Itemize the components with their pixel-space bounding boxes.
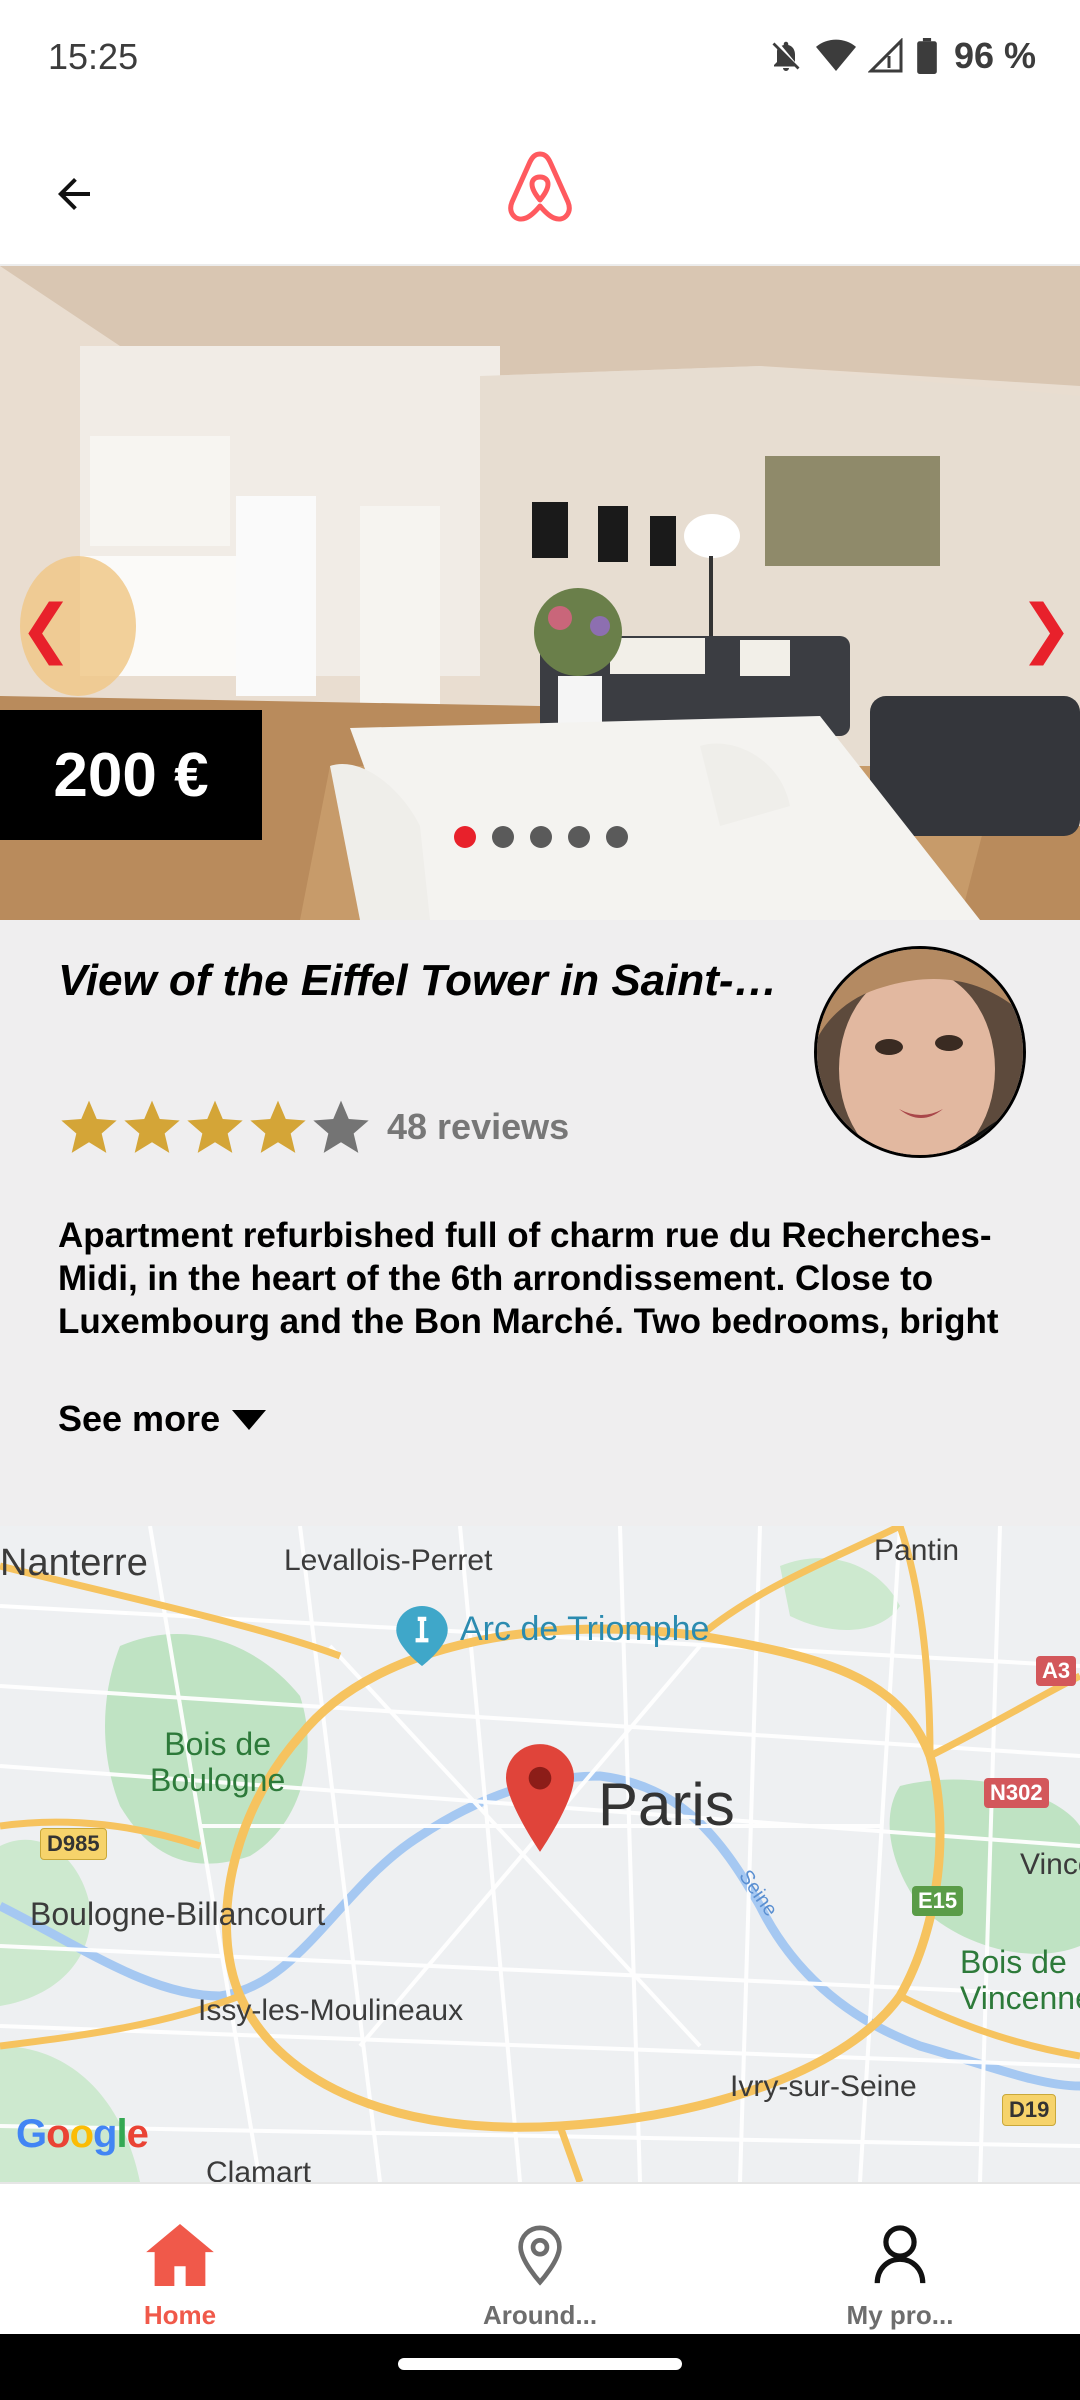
road-badge-d985: D985 <box>40 1828 107 1860</box>
see-more-label: See more <box>58 1398 221 1439</box>
star-filled-icon <box>61 1100 117 1153</box>
host-photo <box>817 949 1023 1155</box>
nav-around-label: Around... <box>482 2300 598 2330</box>
carousel-dot[interactable] <box>568 826 590 848</box>
bottom-navigation: Home Around... My pro... <box>0 2182 1080 2334</box>
home-gesture-handle[interactable] <box>398 2358 682 2370</box>
listing-photo-carousel[interactable]: ❮ ❯ 200 € <box>0 266 1080 920</box>
map-label-nanterre: Nanterre <box>0 1542 148 1584</box>
map-label-issy: Issy-les-Moulineaux <box>198 1994 464 2027</box>
nav-around[interactable]: Around... <box>360 2184 720 2334</box>
map-label-bois-de-vincennes: Bois de Vincenne <box>960 1944 1080 2016</box>
map-label-arc-de-triomphe[interactable]: Arc de Triomphe <box>460 1610 709 1649</box>
map-label-ivry: Ivry-sur-Seine <box>730 2070 917 2103</box>
notifications-off-icon <box>772 41 800 71</box>
road-badge-n302: N302 <box>984 1778 1049 1808</box>
system-gesture-bar <box>0 2334 1080 2400</box>
location-map[interactable]: Nanterre Levallois-Perret Pantin Arc de … <box>0 1526 1080 2182</box>
carousel-dot[interactable] <box>454 826 476 848</box>
home-icon <box>146 2224 214 2286</box>
google-logo: Google <box>16 2112 149 2156</box>
battery-percent: 96 % <box>953 35 1036 76</box>
nav-home-label: Home <box>143 2300 217 2330</box>
landmark-pin-icon[interactable] <box>396 1606 448 1666</box>
location-pin-icon <box>518 2225 562 2286</box>
rating-row: 48 reviews <box>58 1092 569 1162</box>
status-bar: 15:25 96 % <box>0 0 1080 118</box>
road-badge-a3: A3 <box>1036 1656 1077 1686</box>
road-badge-d19: D19 <box>1002 2094 1057 2126</box>
map-label-clamart: Clamart <box>206 2156 312 2182</box>
map-label-paris: Paris <box>598 1771 735 1838</box>
see-more-button[interactable]: See more <box>58 1398 267 1440</box>
wifi-icon <box>815 39 856 71</box>
listing-description: Apartment refurbished full of charm rue … <box>58 1216 999 1341</box>
status-time: 15:25 <box>48 36 139 77</box>
map-label-levallois: Levallois-Perret <box>284 1544 493 1577</box>
airbnb-logo-icon <box>508 151 572 222</box>
road-badge-e15: E15 <box>912 1886 964 1916</box>
map-label-vincennes: Vincenn <box>1020 1848 1080 1881</box>
back-button[interactable] <box>40 160 108 228</box>
listing-title: View of the Eiffel Tower in Saint-Germai… <box>58 956 778 1005</box>
user-icon <box>874 2225 926 2284</box>
next-photo-button[interactable]: ❯ <box>1016 568 1076 688</box>
carousel-dot[interactable] <box>530 826 552 848</box>
star-filled-icon <box>250 1100 306 1153</box>
listing-info: View of the Eiffel Tower in Saint-Germai… <box>0 920 1080 1526</box>
map-label-pantin: Pantin <box>874 1534 960 1567</box>
star-empty-icon <box>313 1100 369 1153</box>
carousel-dot[interactable] <box>606 826 628 848</box>
star-filled-icon <box>187 1100 243 1153</box>
battery-icon <box>917 38 937 74</box>
previous-photo-button[interactable]: ❮ <box>16 568 76 688</box>
app-header <box>0 118 1080 266</box>
star-filled-icon <box>124 1100 180 1153</box>
location-marker-icon[interactable] <box>506 1744 574 1852</box>
carousel-dot[interactable] <box>492 826 514 848</box>
arrow-left-icon <box>58 178 90 210</box>
signal-icon <box>867 38 903 73</box>
reviews-count[interactable]: 48 reviews <box>387 1106 569 1148</box>
nav-profile-label: My pro... <box>846 2300 954 2330</box>
map-label-boulogne-billancourt: Boulogne-Billancourt <box>30 1896 326 1932</box>
status-icons: 96 % <box>768 34 1036 78</box>
map-label-bois-de-boulogne: Bois de Boulogne <box>150 1726 286 1798</box>
nav-home[interactable]: Home <box>0 2184 360 2334</box>
price-badge: 200 € <box>0 710 262 840</box>
carousel-dots <box>454 826 628 848</box>
host-avatar[interactable] <box>814 946 1026 1158</box>
caret-down-icon <box>232 1410 267 1430</box>
nav-profile[interactable]: My pro... <box>720 2184 1080 2334</box>
